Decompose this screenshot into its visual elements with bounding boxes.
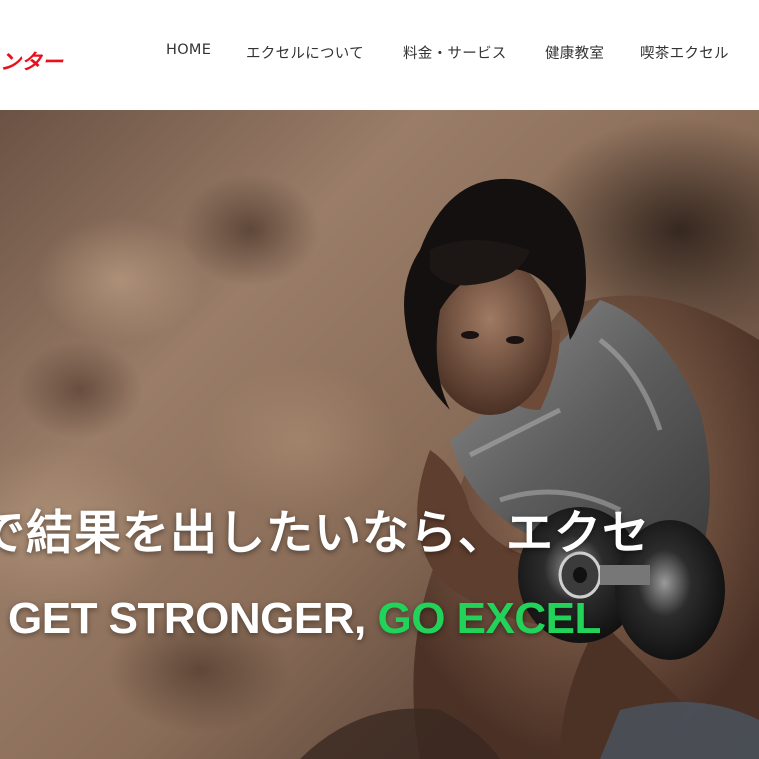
nav-item-cafe[interactable]: 喫茶エクセル [640, 42, 729, 63]
tagline-get-stronger: GET STRONGER, [8, 594, 378, 643]
hero-headline: で結果を出したいなら、エクセ [0, 506, 650, 561]
tagline-go-excel: GO EXCEL [377, 594, 601, 643]
nav-item-about[interactable]: エクセルについて [246, 42, 364, 63]
hero-tagline: GET STRONGER, GO EXCEL [8, 594, 601, 644]
nav-item-pricing[interactable]: 料金・サービス [403, 42, 507, 63]
hero-photo-athlete [300, 178, 759, 759]
site-header: ンター HOME エクセルについて 料金・サービス 健康教室 喫茶エクセル [0, 0, 759, 110]
hero-banner: で結果を出したいなら、エクセ GET STRONGER, GO EXCEL [0, 110, 759, 759]
nav-item-health-class[interactable]: 健康教室 [545, 42, 604, 63]
nav-item-home[interactable]: HOME [166, 42, 211, 58]
site-logo[interactable]: ンター [0, 46, 63, 76]
